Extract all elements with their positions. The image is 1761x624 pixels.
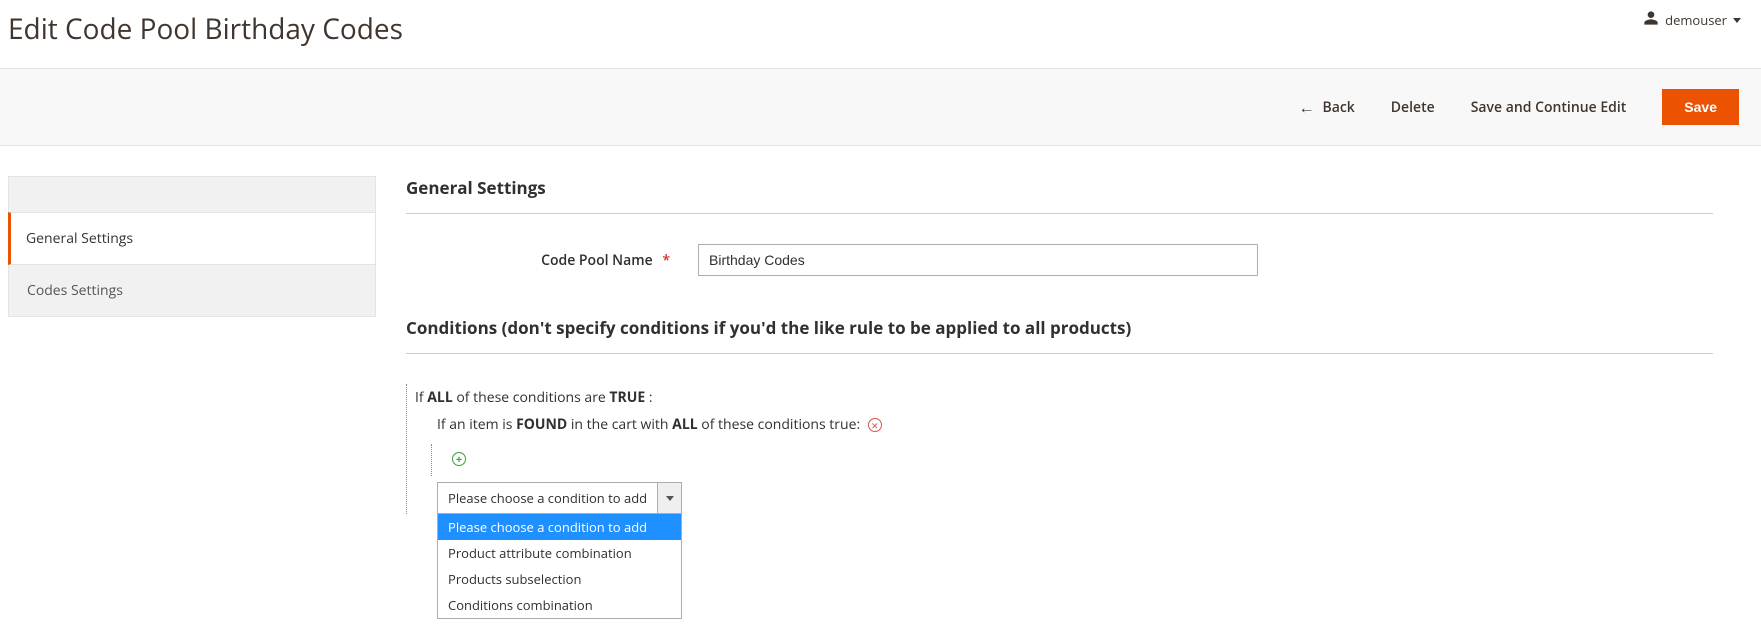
dropdown-option[interactable]: Product attribute combination [438,540,681,566]
user-menu[interactable]: demouser [1643,10,1741,30]
back-button[interactable]: ← Back [1298,98,1354,117]
sidebar-item-codes-settings[interactable]: Codes Settings [8,265,376,317]
delete-button[interactable]: Delete [1391,98,1435,117]
dropdown-option[interactable]: Please choose a condition to add [438,514,681,540]
aggregator-all-nested[interactable]: ALL [672,415,697,434]
condition-child-line: If an item is FOUND in the cart with ALL… [431,411,1713,438]
user-icon [1643,10,1659,30]
condition-select-value: Please choose a condition to add [438,483,657,513]
action-bar: ← Back Delete Save and Continue Edit Sav… [0,68,1761,146]
sidebar-spacer [8,176,376,212]
condition-root-line: If ALL of these conditions are TRUE : [409,384,1713,411]
add-condition-icon[interactable]: + [452,452,466,466]
section-title-conditions: Conditions (don't specify conditions if … [406,316,1713,354]
save-button[interactable]: Save [1662,89,1739,125]
sidebar: General Settings Codes Settings [8,176,376,514]
operator-found[interactable]: FOUND [516,415,567,434]
condition-dropdown: Please choose a condition to add Product… [437,514,682,619]
dropdown-option[interactable]: Conditions combination [438,592,681,618]
form-row-name: Code Pool Name * [406,244,1713,276]
conditions-block: If ALL of these conditions are TRUE : If… [406,384,1713,514]
caret-down-icon [1733,18,1741,23]
aggregator-all[interactable]: ALL [427,388,452,407]
required-star-icon: * [662,251,670,270]
condition-select-toggle[interactable] [657,483,681,513]
condition-select[interactable]: Please choose a condition to add [437,482,682,514]
section-title-general: General Settings [406,176,1713,214]
back-label: Back [1322,98,1354,117]
main-content: General Settings Code Pool Name * Condit… [406,176,1753,514]
chevron-down-icon [666,496,674,501]
arrow-left-icon: ← [1298,99,1314,115]
dropdown-option[interactable]: Products subselection [438,566,681,592]
value-true[interactable]: TRUE [609,388,645,407]
user-name: demouser [1665,11,1727,29]
page-title: Edit Code Pool Birthday Codes [8,10,403,48]
code-pool-name-input[interactable] [698,244,1258,276]
name-label: Code Pool Name [541,251,653,270]
condition-select-wrap: Please choose a condition to add Please … [437,482,682,514]
sidebar-item-general-settings[interactable]: General Settings [8,212,376,265]
remove-condition-icon[interactable]: ✕ [868,418,882,432]
save-continue-button[interactable]: Save and Continue Edit [1471,98,1627,117]
